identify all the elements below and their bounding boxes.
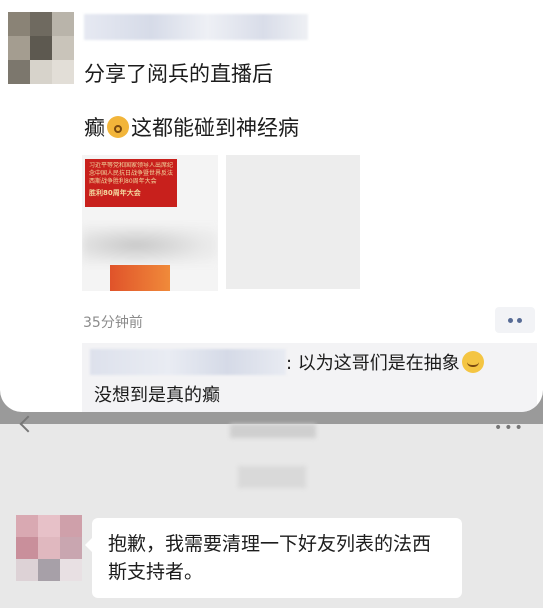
thumbnail-orange-block bbox=[110, 265, 170, 291]
message-bubble[interactable]: 抱歉，我需要清理一下好友列表的法西斯支持者。 bbox=[85, 518, 462, 598]
post-comment-line: 癫 这都能碰到神经病 bbox=[84, 112, 299, 142]
dizzy-face-emoji-icon bbox=[107, 116, 129, 138]
poster-name-redacted[interactable] bbox=[84, 14, 308, 40]
thumbnail-blurred-area bbox=[82, 225, 218, 265]
post-comment-suffix: 这都能碰到神经病 bbox=[131, 116, 299, 140]
comment-line-1[interactable]: : 以为这哥们是在抽象 bbox=[286, 349, 484, 375]
message-time-redacted bbox=[238, 466, 306, 488]
thumbnail-title: 胜利80周年大会 bbox=[89, 189, 141, 197]
comment-text-2[interactable]: 没想到是真的癫 bbox=[94, 381, 220, 407]
thumbnail-headline: 习近平等党和国家领导人出席纪念中国人民抗日战争暨世界反法西斯战争胜利80周年大会 bbox=[89, 162, 173, 185]
post-timestamp: 35分钟前 bbox=[83, 315, 143, 331]
poster-avatar[interactable] bbox=[8, 12, 74, 84]
comment-text-1: : 以为这哥们是在抽象 bbox=[286, 353, 460, 374]
contact-avatar[interactable] bbox=[16, 515, 82, 581]
thumbnail-red-banner: 习近平等党和国家领导人出席纪念中国人民抗日战争暨世界反法西斯战争胜利80周年大会… bbox=[85, 159, 177, 207]
chat-title-redacted bbox=[230, 424, 316, 438]
post-comment-prefix: 癫 bbox=[84, 116, 105, 140]
more-dots-icon[interactable] bbox=[495, 307, 535, 333]
image-placeholder[interactable] bbox=[226, 155, 360, 289]
shared-livestream-thumbnail[interactable]: 习近平等党和国家领导人出席纪念中国人民抗日战争暨世界反法西斯战争胜利80周年大会… bbox=[82, 155, 218, 291]
commenter-name-redacted[interactable] bbox=[90, 349, 286, 375]
screen-divider bbox=[0, 412, 543, 424]
comment-section: : 以为这哥们是在抽象 没想到是真的癫 bbox=[82, 343, 537, 412]
post-text: 分享了阅兵的直播后 bbox=[84, 62, 273, 86]
moments-post-card: 分享了阅兵的直播后 癫 这都能碰到神经病 习近平等党和国家领导人出席纪念中国人民… bbox=[0, 0, 543, 412]
smirk-emoji-icon bbox=[461, 351, 484, 373]
menu-dots-icon[interactable]: ••• bbox=[494, 420, 525, 436]
